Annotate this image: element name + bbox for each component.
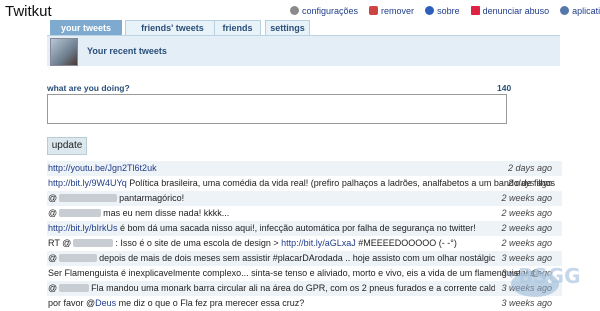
aplicativos-link[interactable]: aplicativos ▾ bbox=[560, 6, 600, 17]
watermark-text: BSGG bbox=[518, 264, 581, 288]
tweet-timestamp: 2 days ago bbox=[501, 161, 552, 176]
tweet-text: pantarmagórico! bbox=[119, 193, 185, 203]
tweet-row: http://bit.ly/9W4UYq Política brasileira… bbox=[47, 176, 562, 191]
top-links: configurações remover sobre denunciar abuso… bbox=[290, 6, 600, 17]
tweet-text: RT @ bbox=[48, 238, 72, 248]
info-icon bbox=[425, 6, 435, 15]
tweet-link[interactable]: http://bit.ly/9W4UYq bbox=[48, 178, 127, 188]
tweet-text: @ bbox=[48, 253, 58, 263]
configuracoes-link[interactable]: configurações bbox=[290, 6, 358, 16]
aplicativos-label: aplicativos bbox=[572, 6, 600, 16]
tweet-text: me diz o que o Fla fez pra merecer essa … bbox=[116, 298, 305, 308]
app-title: Twitkut bbox=[5, 3, 52, 20]
char-counter: 140 bbox=[497, 83, 512, 93]
tweet-text: depois de mais de dois meses sem assisti… bbox=[99, 253, 503, 263]
gear-icon bbox=[290, 6, 299, 15]
tweet-link[interactable]: http://bit.ly/bIrkUs bbox=[48, 223, 118, 233]
sobre-link[interactable]: sobre bbox=[425, 6, 460, 16]
tweet-timestamp: 2 weeks ago bbox=[501, 208, 552, 218]
denunciar-abuso-link[interactable]: denunciar abuso bbox=[470, 6, 550, 16]
configuracoes-label: configurações bbox=[302, 6, 359, 16]
tweet-row: por favor @Deus me diz o que o Fla fez p… bbox=[47, 296, 562, 311]
tweet-text: @ bbox=[48, 283, 58, 293]
redacted-username bbox=[73, 239, 114, 247]
tweet-timestamp: 2 weeks ago bbox=[495, 221, 552, 236]
page-title: Your recent tweets bbox=[87, 46, 167, 56]
tweet-link[interactable]: Deus bbox=[95, 298, 116, 308]
remove-icon bbox=[369, 6, 379, 15]
avatar bbox=[50, 38, 78, 66]
tweet-link[interactable]: http://bit.ly/aGLxaJ bbox=[281, 238, 356, 248]
tweet-text: Fla mandou uma monark barra circular ali… bbox=[91, 283, 501, 293]
tweet-row: http://youtu.be/Jgn2Tl6t2uk 2 days ago bbox=[47, 161, 562, 176]
redacted-username bbox=[59, 209, 102, 217]
tweet-link[interactable]: http://youtu.be/Jgn2Tl6t2uk bbox=[48, 163, 157, 173]
status-input[interactable] bbox=[47, 94, 507, 124]
tweet-text: Política brasileira, uma comédia da vida… bbox=[126, 178, 555, 188]
tab-friends-tweets[interactable]: friends' tweets bbox=[125, 20, 220, 35]
update-button[interactable]: update bbox=[47, 137, 87, 155]
tweet-text: é bom dá uma sacada nisso aqui!, infecçã… bbox=[117, 223, 476, 233]
tweet-text: : Isso é o site de uma escola de design … bbox=[115, 238, 282, 248]
tweet-row: @ mas eu nem disse nada! kkkk... 2 weeks a… bbox=[47, 206, 562, 221]
redacted-username bbox=[59, 254, 98, 262]
tweet-text: por favor @ bbox=[48, 298, 96, 308]
tweet-text: mas eu nem disse nada! kkkk... bbox=[103, 208, 230, 218]
tweet-text: #MEEEEDOOOOO (- -°) bbox=[355, 238, 457, 248]
denunciar-abuso-label: denunciar abuso bbox=[482, 6, 550, 16]
apps-icon bbox=[560, 6, 570, 15]
tweet-row: @ Fla mandou uma monark barra circular al… bbox=[47, 281, 562, 296]
sobre-label: sobre bbox=[437, 6, 460, 16]
tweet-row: RT @ : Isso é o site de uma escola de des… bbox=[47, 236, 562, 251]
tweet-text: Ser Flamenguista é inexplicavelmente com… bbox=[48, 268, 540, 278]
redacted-username bbox=[59, 284, 90, 292]
tweet-row: Ser Flamenguista é inexplicavelmente com… bbox=[47, 266, 562, 281]
tweet-timestamp: 2 days ago bbox=[507, 178, 552, 188]
remover-link[interactable]: remover bbox=[369, 6, 414, 16]
tweet-row: http://bit.ly/bIrkUs é bom dá uma sacada… bbox=[47, 221, 562, 236]
tab-friends[interactable]: friends bbox=[214, 20, 261, 35]
tweet-row: @ depois de mais de dois meses sem assist… bbox=[47, 251, 562, 266]
redacted-username bbox=[59, 194, 118, 202]
tweet-list: http://youtu.be/Jgn2Tl6t2uk 2 days ago htt… bbox=[47, 161, 562, 311]
tweet-text: @ bbox=[48, 208, 58, 218]
tab-your-tweets[interactable]: your tweets bbox=[50, 20, 122, 35]
tweet-timestamp: 2 weeks ago bbox=[495, 191, 552, 206]
remover-label: remover bbox=[381, 6, 415, 16]
tab-settings[interactable]: settings bbox=[265, 20, 310, 35]
flag-icon bbox=[470, 6, 480, 15]
tweet-timestamp: 2 weeks ago bbox=[501, 238, 552, 248]
tweet-row: @ pantarmagórico! 2 weeks ago bbox=[47, 191, 562, 206]
tweet-text: @ bbox=[48, 193, 58, 203]
status-prompt: what are you doing? bbox=[47, 83, 130, 93]
